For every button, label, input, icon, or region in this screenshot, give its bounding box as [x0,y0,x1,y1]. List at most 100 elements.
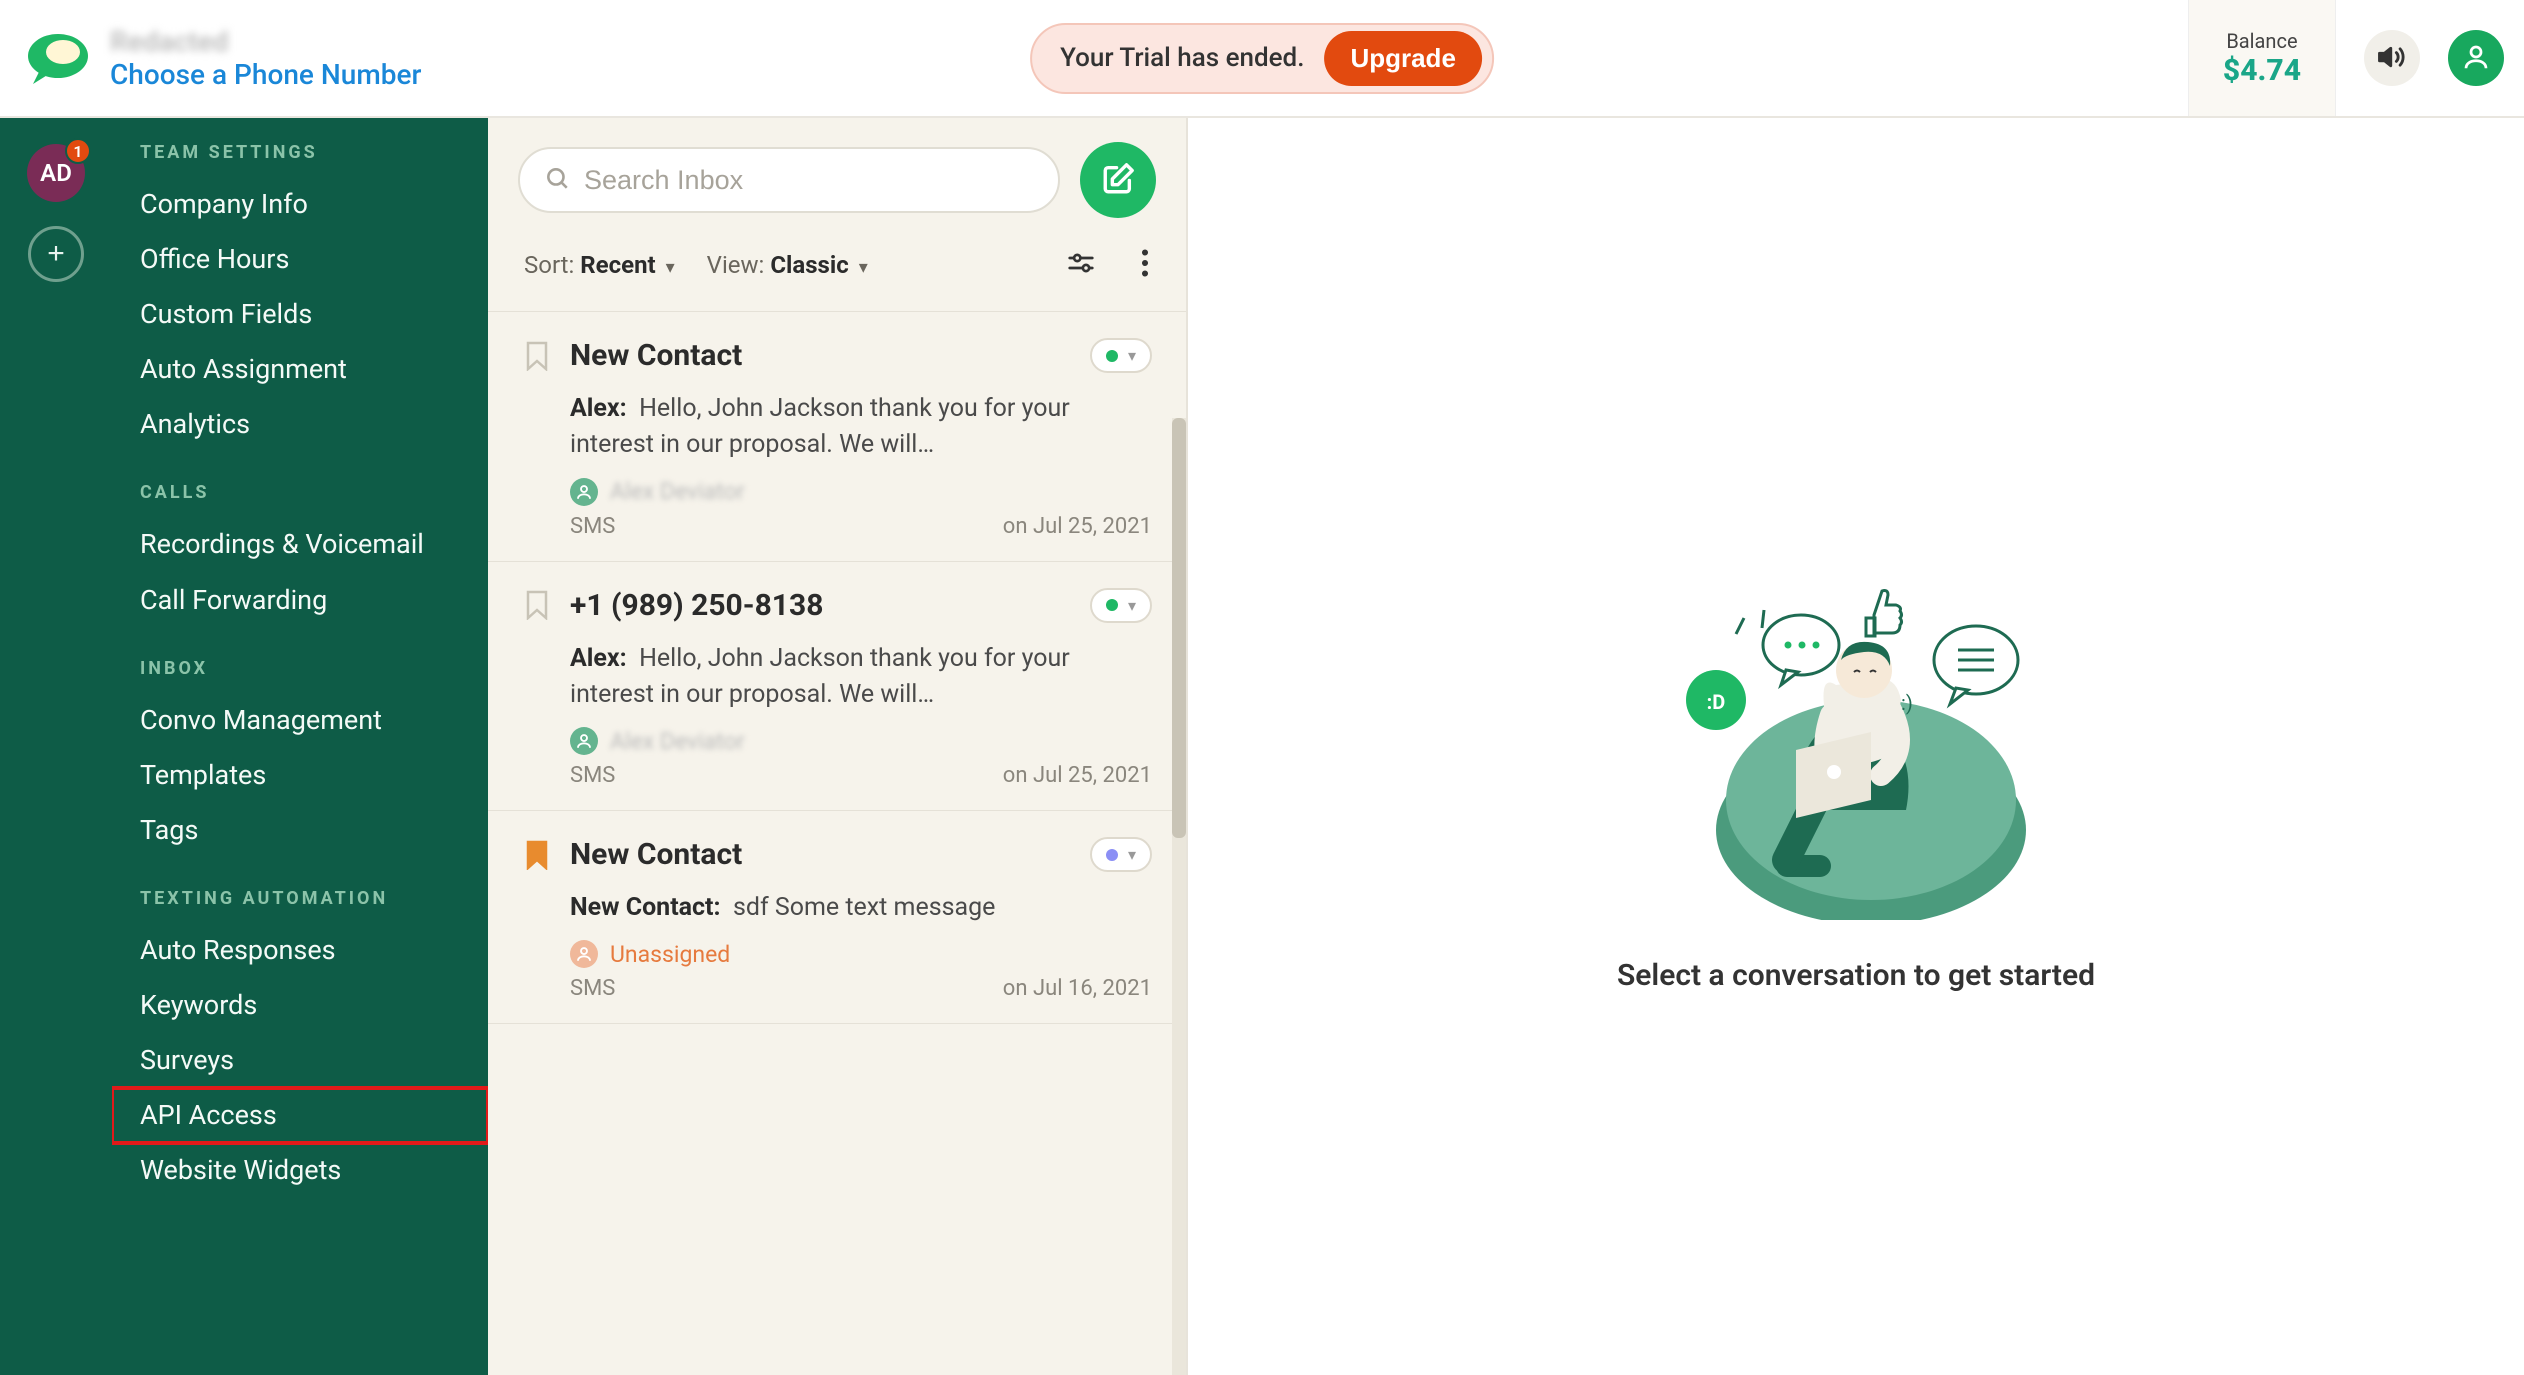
choose-phone-link[interactable]: Choose a Phone Number [110,58,421,91]
status-pill[interactable]: ▾ [1090,837,1152,872]
sidebar-item-auto-responses[interactable]: Auto Responses [140,923,460,978]
conversation-list: New Contact ▾ Alex: Hello, John Jackson th… [488,312,1186,1375]
chevron-down-icon: ▾ [666,257,675,278]
trial-ended-banner: Your Trial has ended. Upgrade [1030,23,1494,94]
notification-badge: 1 [65,138,91,164]
sound-toggle-button[interactable] [2364,30,2420,86]
sort-selector[interactable]: Sort: Recent ▾ [524,251,675,279]
conversation-title: New Contact [570,837,1072,872]
sidebar-section-heading: INBOX [140,658,460,679]
assigned-indicator: Unassigned [522,940,1152,968]
sidebar-item-tags[interactable]: Tags [140,803,460,858]
chevron-down-icon: ▾ [1128,845,1136,864]
view-selector[interactable]: View: Classic ▾ [707,251,868,279]
inbox-column: Sort: Recent ▾ View: Classic ▾ [488,118,1188,1375]
sidebar-item-website-widgets[interactable]: Website Widgets [140,1143,460,1198]
status-dot-icon [1106,849,1118,861]
sidebar-section-heading: CALLS [140,482,460,503]
message-preview: Alex: Hello, John Jackson thank you for … [522,641,1152,714]
sidebar-item-analytics[interactable]: Analytics [140,397,460,452]
avatar-initials: AD [40,159,72,187]
date-label: on Jul 25, 2021 [1003,514,1152,539]
conversation-item[interactable]: New Contact ▾ New Contact: sdf Some text m… [488,811,1186,1024]
volume-icon [2377,42,2407,75]
assigned-indicator: Alex Deviator [522,727,1152,755]
sliders-icon [1066,266,1096,281]
inbox-toolbar: Sort: Recent ▾ View: Classic ▾ [488,228,1186,312]
settings-sidebar: TEAM SETTINGS Company InfoOffice HoursCus… [112,118,488,1375]
conversation-title: +1 (989) 250-8138 [570,588,1072,623]
scrollbar-thumb[interactable] [1172,418,1186,838]
more-options-button[interactable] [1134,243,1156,286]
status-dot-icon [1106,599,1118,611]
svg-text::D: :D [1707,690,1726,714]
workspace-avatar[interactable]: AD 1 [27,144,85,202]
conversation-title: New Contact [570,338,1072,373]
upgrade-button[interactable]: Upgrade [1324,31,1481,86]
brand-block: Redacted Choose a Phone Number [24,24,421,92]
chevron-down-icon: ▾ [859,257,868,278]
user-icon [2461,42,2491,75]
mini-user-icon [570,478,598,506]
empty-state-text: Select a conversation to get started [1617,958,2095,993]
app-logo-icon [24,24,92,92]
plus-icon: + [47,237,65,270]
date-label: on Jul 25, 2021 [1003,763,1152,788]
svg-text::): :) [1901,691,1913,715]
sidebar-item-company-info[interactable]: Company Info [140,177,460,232]
mini-user-icon [570,727,598,755]
bookmark-icon[interactable] [522,588,552,622]
balance-value: $4.74 [2223,53,2301,88]
sidebar-item-keywords[interactable]: Keywords [140,978,460,1033]
assigned-name: Alex Deviator [610,728,745,755]
brand-name-redacted: Redacted [110,25,421,58]
channel-label: SMS [570,514,615,539]
sidebar-item-recordings-voicemail[interactable]: Recordings & Voicemail [140,517,460,572]
status-pill[interactable]: ▾ [1090,338,1152,373]
sidebar-item-auto-assignment[interactable]: Auto Assignment [140,342,460,397]
assigned-name: Unassigned [610,941,730,968]
sidebar-section-heading: TEXTING AUTOMATION [140,888,460,909]
assigned-name: Alex Deviator [610,478,745,505]
compose-icon [1101,162,1135,199]
sidebar-item-surveys[interactable]: Surveys [140,1033,460,1088]
filter-button[interactable] [1060,242,1102,287]
sidebar-item-api-access[interactable]: API Access [112,1088,488,1143]
channel-label: SMS [570,976,615,1001]
conversation-item[interactable]: New Contact ▾ Alex: Hello, John Jackson th… [488,312,1186,562]
workspace-rail: AD 1 + [0,118,112,1375]
search-box[interactable] [518,147,1060,213]
mini-user-icon [570,940,598,968]
compose-button[interactable] [1080,142,1156,218]
status-dot-icon [1106,350,1118,362]
bookmark-icon[interactable] [522,339,552,373]
user-menu-button[interactable] [2448,30,2504,86]
bookmark-icon[interactable] [522,838,552,872]
sidebar-item-templates[interactable]: Templates [140,748,460,803]
vertical-dots-icon [1140,265,1150,280]
add-workspace-button[interactable]: + [28,226,84,282]
chevron-down-icon: ▾ [1128,346,1136,365]
sidebar-item-convo-management[interactable]: Convo Management [140,693,460,748]
sidebar-item-custom-fields[interactable]: Custom Fields [140,287,460,342]
balance-display[interactable]: Balance $4.74 [2188,0,2336,116]
balance-label: Balance [2226,29,2297,53]
conversation-item[interactable]: +1 (989) 250-8138 ▾ Alex: Hello, John Jack… [488,562,1186,812]
conversation-detail-panel: :D [1188,118,2524,1375]
message-preview: Alex: Hello, John Jackson thank you for … [522,391,1152,464]
channel-label: SMS [570,763,615,788]
sidebar-section-heading: TEAM SETTINGS [140,142,460,163]
sidebar-item-office-hours[interactable]: Office Hours [140,232,460,287]
search-icon [544,165,570,195]
date-label: on Jul 16, 2021 [1003,976,1152,1001]
search-input[interactable] [584,165,1034,196]
assigned-indicator: Alex Deviator [522,478,1152,506]
sidebar-item-call-forwarding[interactable]: Call Forwarding [140,573,460,628]
scrollbar[interactable] [1172,418,1186,1375]
trial-text: Your Trial has ended. [1060,43,1304,73]
empty-state-illustration-icon: :D [1646,500,2066,924]
top-bar: Redacted Choose a Phone Number Your Tria… [0,0,2524,118]
message-preview: New Contact: sdf Some text message [522,890,1152,926]
chevron-down-icon: ▾ [1128,596,1136,615]
status-pill[interactable]: ▾ [1090,588,1152,623]
